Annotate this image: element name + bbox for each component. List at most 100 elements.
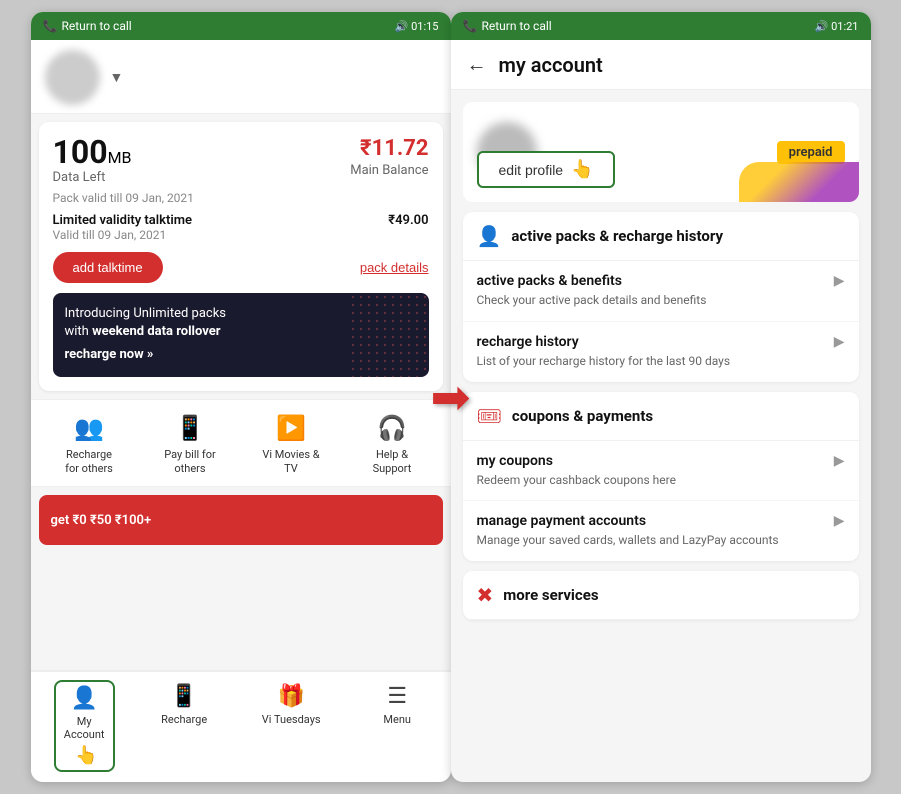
active-packs-benefits-item[interactable]: active packs & benefits ▶ Check your act… xyxy=(463,261,859,322)
coupons-section: 🎟 coupons & payments my coupons ▶ Redeem… xyxy=(463,392,859,562)
active-packs-benefits-title: active packs & benefits xyxy=(477,273,622,289)
call-text-2: Return to call xyxy=(481,19,551,33)
help-label: Help &Support xyxy=(373,448,412,477)
active-packs-icon: 👤 xyxy=(477,224,502,248)
talktime-info: Limited validity talktime Valid till 09 … xyxy=(53,213,193,242)
my-account-label: MyAccount xyxy=(64,715,105,741)
nav-recharge[interactable]: 📱 Recharge xyxy=(153,680,215,772)
my-coupons-title: my coupons xyxy=(477,453,553,469)
edit-cursor-icon: 👆 xyxy=(571,159,593,180)
menu-label: Menu xyxy=(383,713,411,726)
talktime-validity: Valid till 09 Jan, 2021 xyxy=(53,228,193,242)
manage-payment-item[interactable]: manage payment accounts ▶ Manage your sa… xyxy=(463,501,859,561)
volume-icon: 🔊 xyxy=(395,20,409,33)
recharge-nav-label: Recharge xyxy=(161,713,207,726)
bottom-nav: 👤 MyAccount 👆 📱 Recharge 🎁 Vi Tuesdays ☰… xyxy=(31,670,451,782)
data-left: 100MB Data Left xyxy=(53,136,132,185)
data-amount: 100 xyxy=(53,133,108,171)
recharge-for-others-action[interactable]: 👥 Rechargefor others xyxy=(54,414,124,477)
recharge-others-icon: 👥 xyxy=(74,414,104,442)
validity-text: Pack valid till 09 Jan, 2021 xyxy=(53,191,429,205)
help-icon: 🎧 xyxy=(377,414,407,442)
edit-profile-button[interactable]: edit profile 👆 xyxy=(477,151,616,188)
add-talktime-button[interactable]: add talktime xyxy=(53,252,163,283)
my-account-icon: 👤 xyxy=(70,686,97,711)
phone1: 📞 Return to call 🔊 01:15 ▼ 100MB xyxy=(31,12,451,782)
vi-tuesdays-label: Vi Tuesdays xyxy=(262,713,321,726)
status-call-left: 📞 Return to call xyxy=(43,19,132,33)
talktime-title: Limited validity talktime xyxy=(53,213,193,228)
center-arrow: ➡ xyxy=(430,369,470,426)
recharge-history-title: recharge history xyxy=(477,334,579,350)
nav-menu[interactable]: ☰ Menu xyxy=(367,680,427,772)
chevron-right-icon-1: ▶ xyxy=(834,273,845,289)
page-title: my account xyxy=(499,53,603,77)
nav-vi-tuesdays[interactable]: 🎁 Vi Tuesdays xyxy=(254,680,329,772)
quick-actions: 👥 Rechargefor others 📱 Pay bill forother… xyxy=(31,399,451,488)
call-icon: 📞 xyxy=(43,19,58,33)
back-arrow-button[interactable]: ← xyxy=(467,52,487,77)
main-balance-label: Main Balance xyxy=(350,163,428,178)
my-coupons-item[interactable]: my coupons ▶ Redeem your cashback coupon… xyxy=(463,441,859,502)
prepaid-badge: prepaid xyxy=(777,141,845,164)
active-packs-benefits-desc: Check your active pack details and benef… xyxy=(477,292,845,309)
vi-movies-action[interactable]: ▶️ Vi Movies &TV xyxy=(256,414,326,477)
recharge-others-label: Rechargefor others xyxy=(65,448,113,477)
pay-bill-others-action[interactable]: 📱 Pay bill forothers xyxy=(155,414,225,477)
status-bar-2: 📞 Return to call 🔊 01:21 xyxy=(451,12,871,40)
dropdown-icon[interactable]: ▼ xyxy=(110,69,124,86)
call-text: Return to call xyxy=(61,19,131,33)
phone2-main: prepaid edit profile 👆 👤 active packs & … xyxy=(451,90,871,782)
status-call-left-2: 📞 Return to call xyxy=(463,19,552,33)
nav-my-account[interactable]: 👤 MyAccount 👆 xyxy=(54,680,115,772)
call-icon-2: 📞 xyxy=(463,19,478,33)
phone1-main: 100MB Data Left ₹11.72 Main Balance Pack… xyxy=(31,114,451,670)
active-packs-header: 👤 active packs & recharge history xyxy=(463,212,859,261)
balance-row: 100MB Data Left ₹11.72 Main Balance xyxy=(53,136,429,185)
volume-icon-2: 🔊 xyxy=(815,20,829,33)
status-time-1: 🔊 01:15 xyxy=(395,20,439,33)
avatar-blur xyxy=(45,50,100,105)
talktime-price: ₹49.00 xyxy=(388,213,428,228)
data-unit: MB xyxy=(108,148,132,167)
coupons-title: coupons & payments xyxy=(512,407,653,425)
manage-payment-title: manage payment accounts xyxy=(477,513,647,529)
time-2: 01:21 xyxy=(831,20,858,33)
my-coupons-desc: Redeem your cashback coupons here xyxy=(477,472,845,489)
more-services-title: more services xyxy=(503,586,598,604)
red-promo-bar: get ₹0 ₹50 ₹100+ xyxy=(39,495,443,545)
profile-decoration xyxy=(739,162,859,202)
coupons-icon: 🎟 xyxy=(477,404,502,428)
cursor-icon: 👆 xyxy=(75,745,97,766)
more-services-icon: ✖ xyxy=(477,583,494,607)
red-promo-text: get ₹0 ₹50 ₹100+ xyxy=(51,513,152,528)
promo-banner: Introducing Unlimited packswith weekend … xyxy=(53,293,429,377)
phone2-header: ← my account xyxy=(451,40,871,90)
chevron-right-icon-2: ▶ xyxy=(834,334,845,350)
vi-movies-icon: ▶️ xyxy=(276,414,306,442)
active-packs-benefits-header: active packs & benefits ▶ xyxy=(477,273,845,289)
status-bar-1: 📞 Return to call 🔊 01:15 xyxy=(31,12,451,40)
data-label: Data Left xyxy=(53,170,132,185)
recharge-icon: 📱 xyxy=(170,684,197,709)
vi-movies-label: Vi Movies &TV xyxy=(262,448,319,477)
chevron-right-icon-3: ▶ xyxy=(834,453,845,469)
recharge-history-header: recharge history ▶ xyxy=(477,334,845,350)
menu-icon: ☰ xyxy=(387,684,407,709)
balance-right: ₹11.72 Main Balance xyxy=(350,136,428,185)
main-balance: ₹11.72 xyxy=(360,136,428,161)
data-amount-label: 100MB xyxy=(53,136,132,168)
help-support-action[interactable]: 🎧 Help &Support xyxy=(357,414,427,477)
pay-bill-label: Pay bill forothers xyxy=(164,448,215,477)
profile-card: prepaid edit profile 👆 xyxy=(463,102,859,202)
profile-header: ▼ xyxy=(31,40,451,114)
coupons-header: 🎟 coupons & payments xyxy=(463,392,859,441)
manage-payment-header: manage payment accounts ▶ xyxy=(477,513,845,529)
more-services-section: ✖ more services xyxy=(463,571,859,620)
pack-details-button[interactable]: pack details xyxy=(360,260,429,275)
recharge-history-item[interactable]: recharge history ▶ List of your recharge… xyxy=(463,322,859,382)
recharge-history-desc: List of your recharge history for the la… xyxy=(477,353,845,370)
promo-dots xyxy=(349,293,429,377)
status-time-2: 🔊 01:21 xyxy=(815,20,859,33)
pay-bill-icon: 📱 xyxy=(175,414,205,442)
